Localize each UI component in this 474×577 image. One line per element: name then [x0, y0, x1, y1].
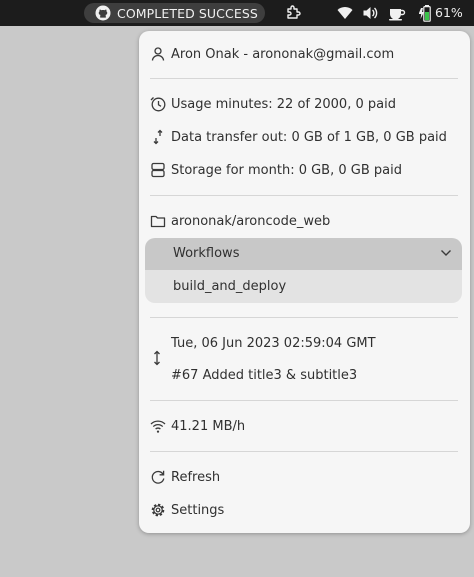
github-status-indicator[interactable]: COMPLETED SUCCESS	[84, 3, 265, 23]
separator	[150, 195, 458, 196]
account-item[interactable]: Aron Onak - arononak@gmail.com	[139, 40, 470, 68]
transfer-icon	[153, 129, 163, 145]
workflows-label: Workflows	[173, 246, 240, 261]
network-speed-item[interactable]: 41.21 MB/h	[139, 412, 470, 440]
last-run-date[interactable]: Tue, 06 Jun 2023 02:59:04 GMT	[171, 336, 376, 351]
refresh-button[interactable]: Refresh	[139, 463, 470, 491]
wifi-icon[interactable]	[337, 6, 353, 20]
settings-button[interactable]: Settings	[139, 496, 470, 524]
vertical-arrows-icon	[154, 350, 160, 366]
storage-text: Storage for month: 0 GB, 0 GB paid	[171, 162, 402, 178]
github-icon	[95, 5, 111, 21]
coffee-icon[interactable]	[388, 5, 406, 21]
settings-label: Settings	[171, 502, 225, 518]
separator	[150, 451, 458, 452]
user-icon	[151, 47, 165, 61]
separator	[150, 317, 458, 318]
workflows-submenu-toggle[interactable]: Workflows	[145, 238, 462, 270]
folder-icon	[150, 215, 166, 228]
chevron-down-icon	[441, 250, 451, 256]
storage-item[interactable]: Storage for month: 0 GB, 0 GB paid	[139, 156, 470, 184]
last-run-commit-message[interactable]: #67 Added title3 & subtitle3	[171, 368, 357, 383]
workflow-status-text: COMPLETED SUCCESS	[117, 5, 258, 21]
data-transfer-item[interactable]: Data transfer out: 0 GB of 1 GB, 0 GB pa…	[139, 123, 470, 151]
workflow-item-label: build_and_deploy	[173, 279, 287, 294]
top-bar: COMPLETED SUCCESS 61%	[0, 0, 474, 26]
battery-icon[interactable]	[417, 3, 433, 23]
battery-percentage: 61%	[435, 5, 463, 20]
clock-icon	[150, 97, 166, 112]
gear-icon	[151, 503, 165, 517]
usage-minutes-text: Usage minutes: 22 of 2000, 0 paid	[171, 96, 396, 112]
volume-icon[interactable]	[362, 5, 378, 21]
network-speed-text: 41.21 MB/h	[171, 418, 246, 434]
refresh-icon	[151, 470, 165, 484]
separator	[150, 400, 458, 401]
usage-minutes-item[interactable]: Usage minutes: 22 of 2000, 0 paid	[139, 90, 470, 118]
wifi-signal-icon	[150, 420, 166, 433]
github-actions-menu: Aron Onak - arononak@gmail.com Usage min…	[139, 31, 470, 533]
repository-text: arononak/aroncode_web	[171, 213, 331, 229]
extension-icon[interactable]	[286, 4, 302, 21]
storage-icon	[151, 162, 165, 178]
separator	[150, 78, 458, 79]
refresh-label: Refresh	[171, 469, 221, 485]
repository-item[interactable]: arononak/aroncode_web	[139, 207, 470, 235]
account-text: Aron Onak - arononak@gmail.com	[171, 46, 395, 62]
workflow-item-build-and-deploy[interactable]: build_and_deploy	[145, 270, 462, 303]
data-transfer-text: Data transfer out: 0 GB of 1 GB, 0 GB pa…	[171, 129, 447, 145]
